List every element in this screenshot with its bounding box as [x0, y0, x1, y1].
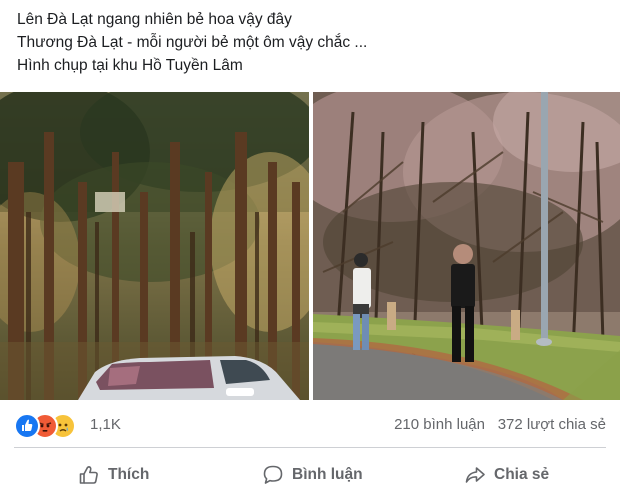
post-text-line: Lên Đà Lạt ngang nhiên bẻ hoa vậy đây — [17, 11, 292, 28]
share-count[interactable]: 372 lượt chia sẻ — [498, 416, 606, 433]
like-button[interactable]: Thích — [78, 457, 149, 493]
thumbs-up-icon — [78, 464, 100, 486]
comment-button[interactable]: Bình luận — [262, 457, 363, 493]
share-icon — [464, 464, 486, 486]
reaction-count[interactable]: 1,1K — [90, 416, 121, 433]
comment-count[interactable]: 210 bình luận — [394, 416, 485, 433]
comment-label: Bình luận — [292, 466, 363, 483]
share-button[interactable]: Chia sẻ — [464, 457, 549, 493]
like-icon — [14, 413, 40, 439]
share-label: Chia sẻ — [494, 466, 550, 483]
post-text-line: Thương Đà Lạt - mỗi người bẻ một ôm vậy … — [17, 34, 368, 51]
like-label: Thích — [108, 466, 150, 483]
comment-icon — [262, 464, 284, 486]
photo-grid — [0, 92, 620, 400]
divider — [14, 447, 606, 448]
photo-road-people[interactable] — [313, 92, 620, 400]
post-text: Lên Đà Lạt ngang nhiên bẻ hoa vậy đây Th… — [17, 8, 607, 77]
photo-pine-forest-car[interactable] — [0, 92, 309, 400]
post-text-line: Hình chụp tại khu Hồ Tuyền Lâm — [17, 57, 243, 74]
reaction-bar: 1,1K 210 bình luận 372 lượt chia sẻ — [14, 412, 606, 439]
action-bar: Thích Bình luận Chia sẻ — [14, 453, 606, 497]
reaction-icons[interactable] — [14, 413, 84, 439]
